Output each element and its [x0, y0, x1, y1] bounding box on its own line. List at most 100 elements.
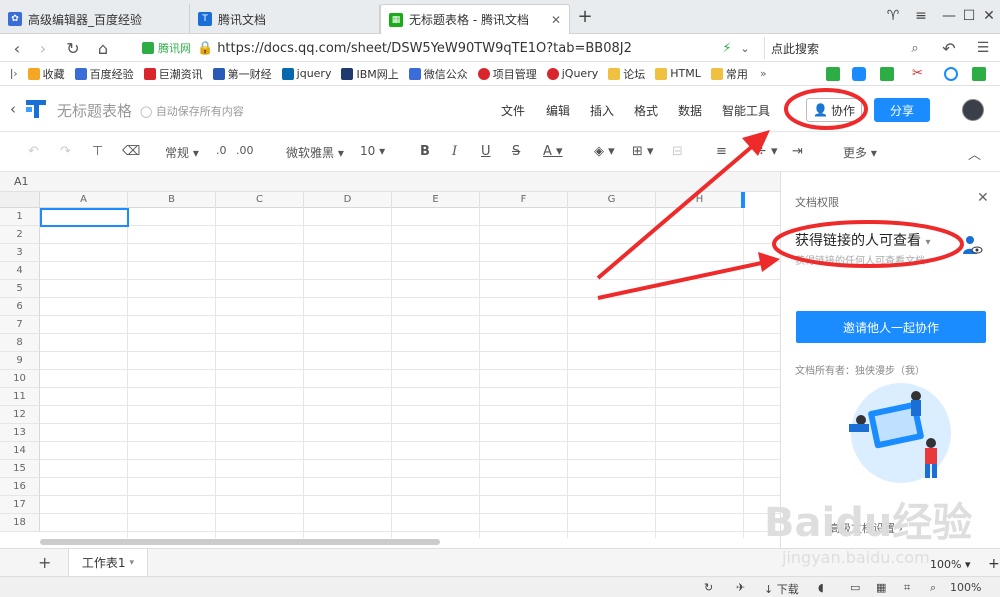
search-icon[interactable]: ⌕ [930, 581, 936, 595]
column-header[interactable]: E [392, 192, 480, 208]
back-icon[interactable]: ‹ [6, 38, 28, 58]
bookmark-item[interactable]: IBM网上 [341, 66, 399, 82]
zoom-in-icon[interactable]: + [988, 556, 1000, 572]
row-header[interactable]: 1 [0, 208, 40, 226]
align-icon[interactable]: ≡ [716, 144, 727, 159]
extension-icon[interactable] [880, 66, 894, 81]
merge-cells-icon[interactable]: ⊟ [672, 144, 683, 159]
doc-title[interactable]: 无标题表格 [57, 100, 132, 121]
advanced-settings-link[interactable]: 高级文档设置 › [829, 520, 903, 536]
more-icon[interactable]: ☰ [972, 38, 994, 58]
new-tab-icon[interactable]: + [574, 6, 596, 27]
font-size-select[interactable]: 10 ▾ [360, 144, 385, 158]
refresh-icon[interactable]: ↻ [704, 581, 713, 594]
row-header[interactable]: 17 [0, 496, 40, 514]
reload-icon[interactable]: ↻ [62, 38, 84, 58]
underline-icon[interactable]: U [481, 144, 491, 159]
window-close-icon[interactable]: ✕ [978, 6, 1000, 26]
row-header[interactable]: 8 [0, 334, 40, 352]
row-header[interactable]: 7 [0, 316, 40, 334]
more-tools-button[interactable]: 更多 ▾ [843, 144, 877, 161]
bookmark-item[interactable]: 收藏 [27, 66, 65, 82]
home-icon[interactable]: ⌂ [92, 38, 114, 58]
scissors-icon[interactable]: ✂ [912, 66, 923, 81]
download-item[interactable]: ↓ 下载 [764, 581, 799, 597]
chevron-down-icon[interactable]: ⌄ [734, 38, 756, 58]
bookmark-item[interactable]: 第一财经 [212, 66, 272, 82]
row-header[interactable]: 2 [0, 226, 40, 244]
maximize-icon[interactable]: ☐ [958, 6, 980, 26]
grid-icon[interactable]: ▦ [876, 581, 886, 594]
sheet-tab[interactable]: 工作表1 ▾ [68, 549, 148, 577]
menu-smart-tools[interactable]: 智能工具 [722, 102, 770, 119]
row-header[interactable]: 13 [0, 424, 40, 442]
row-header[interactable]: 4 [0, 262, 40, 280]
bold-icon[interactable]: B [420, 144, 430, 159]
menu-format[interactable]: 格式 [634, 102, 658, 119]
speaker-icon[interactable]: ◖ [818, 581, 824, 594]
menu-icon[interactable]: ≡ [910, 6, 932, 26]
bookmark-item[interactable]: 常用 [710, 66, 748, 82]
row-header[interactable]: 6 [0, 298, 40, 316]
invite-collaborate-button[interactable]: 邀请他人一起协作 [796, 311, 986, 343]
row-header[interactable]: 10 [0, 370, 40, 388]
avatar[interactable] [962, 99, 984, 121]
extension-icon[interactable] [972, 66, 986, 81]
vertical-align-icon[interactable]: ÷ ▾ [756, 144, 778, 159]
bookmark-item[interactable]: jQuery [546, 67, 598, 80]
row-header[interactable]: 9 [0, 352, 40, 370]
row-header[interactable]: 14 [0, 442, 40, 460]
row-header[interactable]: 3 [0, 244, 40, 262]
horizontal-scrollbar[interactable] [40, 539, 440, 545]
cell-grid[interactable] [40, 208, 780, 538]
minimize-icon[interactable]: — [938, 6, 960, 26]
menu-edit[interactable]: 编辑 [546, 102, 570, 119]
close-tab-icon[interactable]: ✕ [551, 13, 561, 27]
back-icon[interactable]: ‹ [10, 100, 16, 118]
column-header[interactable]: A [40, 192, 128, 208]
select-all-corner[interactable] [0, 192, 40, 208]
add-sheet-icon[interactable]: + [38, 553, 51, 572]
bookmark-item[interactable]: 巨潮资讯 [143, 66, 203, 82]
zoom-level[interactable]: 100% ▾ + [930, 556, 1000, 572]
column-header[interactable]: B [128, 192, 216, 208]
collaborate-button[interactable]: 👤 协作 [806, 98, 862, 122]
crop-icon[interactable]: ⌗ [904, 581, 910, 595]
row-header[interactable]: 5 [0, 280, 40, 298]
column-header[interactable]: G [568, 192, 656, 208]
reader-icon[interactable] [826, 66, 840, 81]
url-field[interactable]: 腾讯网 🔒 https://docs.qq.com/sheet/DSW5YeW9… [142, 37, 762, 59]
close-icon[interactable]: ✕ [977, 190, 989, 206]
browser-tab-sheet[interactable]: ▦ 无标题表格 - 腾讯文档 ✕ [380, 4, 570, 34]
cell-reference[interactable]: A1 [0, 172, 780, 192]
row-header[interactable]: 11 [0, 388, 40, 406]
italic-icon[interactable]: I [452, 144, 457, 159]
forward-icon[interactable]: › [32, 38, 54, 58]
browser-tab-tencent-docs[interactable]: T 腾讯文档 [190, 4, 380, 34]
bookmark-item[interactable]: 百度经验 [74, 66, 134, 82]
permission-select[interactable]: 获得链接的人可查看 ▾ [795, 230, 930, 250]
bookmark-item[interactable]: HTML [655, 67, 701, 80]
search-input[interactable]: 点此搜索 [764, 37, 924, 59]
column-header[interactable]: D [304, 192, 392, 208]
menu-insert[interactable]: 插入 [590, 102, 614, 119]
border-icon[interactable]: ⊞ ▾ [632, 144, 654, 159]
extension-icon[interactable] [944, 66, 958, 81]
search-icon[interactable]: ⌕ [904, 38, 926, 58]
menu-data[interactable]: 数据 [678, 102, 702, 119]
menu-file[interactable]: 文件 [501, 102, 525, 119]
wrap-text-icon[interactable]: ⇥ [792, 144, 803, 159]
skin-icon[interactable]: ♈ [882, 6, 904, 26]
sidebar-toggle-icon[interactable]: ǀ› [10, 67, 18, 80]
row-header[interactable]: 15 [0, 460, 40, 478]
font-family-select[interactable]: 微软雅黑 ▾ [286, 144, 344, 161]
increase-decimal-button[interactable]: .00 [236, 144, 254, 157]
tencent-docs-logo-icon[interactable] [24, 98, 48, 120]
column-header[interactable]: H [656, 192, 744, 208]
row-header[interactable]: 16 [0, 478, 40, 496]
undo-icon[interactable]: ↶ [938, 38, 960, 58]
more-bookmarks-icon[interactable]: » [760, 67, 767, 80]
font-color-icon[interactable]: A ▾ [543, 144, 563, 159]
screenshot-icon[interactable]: ▭ [850, 581, 860, 594]
format-painter-icon[interactable]: ⊤ [92, 144, 103, 159]
